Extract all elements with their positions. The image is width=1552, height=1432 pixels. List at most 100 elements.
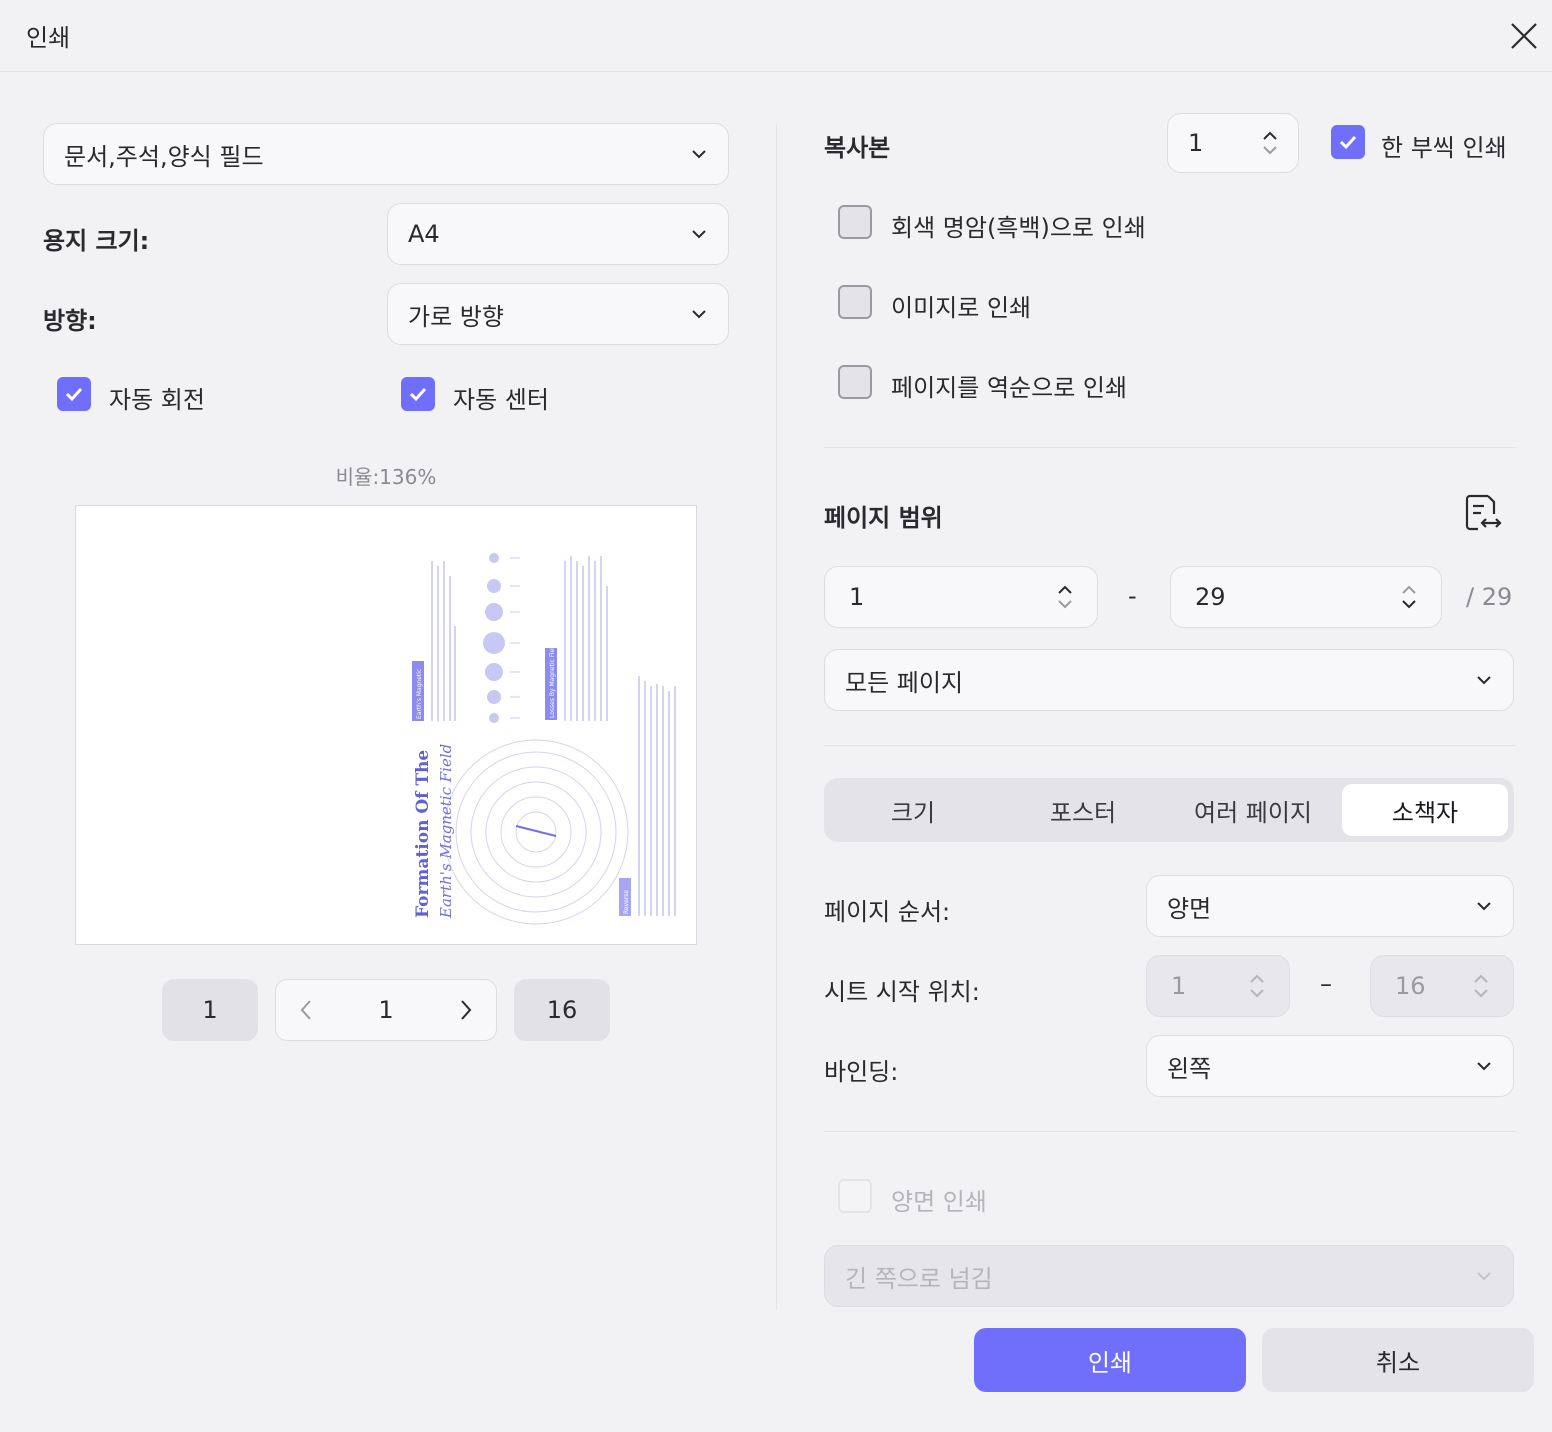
chevron-up-icon xyxy=(1474,974,1488,983)
tab-multiple-pages[interactable]: 여러 페이지 xyxy=(1170,784,1336,836)
grayscale-label: 회색 명암(흑백)으로 인쇄 xyxy=(891,214,1146,242)
sheet-start-label: 시트 시작 위치: xyxy=(824,978,980,1006)
binding-select[interactable]: 왼쪽 xyxy=(1146,1035,1514,1097)
collate-checkbox[interactable] xyxy=(1331,125,1365,159)
chevron-down-icon xyxy=(1474,989,1488,998)
copies-value: 1 xyxy=(1188,129,1204,157)
flip-select: 긴 쪽으로 넘김 xyxy=(824,1245,1514,1307)
tab-poster[interactable]: 포스터 xyxy=(1000,784,1166,836)
reverse-order-checkbox[interactable] xyxy=(838,365,872,399)
orientation-label: 방향: xyxy=(43,307,97,335)
stepper-arrows[interactable] xyxy=(1262,131,1278,155)
chevron-right-icon[interactable] xyxy=(458,998,474,1022)
section-divider xyxy=(824,745,1516,746)
last-page-button[interactable]: 16 xyxy=(514,979,610,1041)
page-navigator: 1 xyxy=(275,979,497,1041)
sheet-from-stepper: 1 xyxy=(1146,955,1290,1017)
tab-size[interactable]: 크기 xyxy=(830,784,996,836)
page-subset-value: 모든 페이지 xyxy=(845,668,964,697)
range-to-stepper[interactable]: 29 xyxy=(1170,566,1442,628)
reverse-order-label: 페이지를 역순으로 인쇄 xyxy=(891,374,1128,402)
check-icon xyxy=(1339,135,1357,150)
binding-value: 왼쪽 xyxy=(1167,1054,1212,1083)
chevron-down-icon xyxy=(1477,902,1491,911)
chevron-up-icon[interactable] xyxy=(1262,131,1278,141)
range-from-value: 1 xyxy=(849,583,865,611)
copies-label: 복사본 xyxy=(824,134,891,162)
collate-label: 한 부씩 인쇄 xyxy=(1381,134,1507,162)
check-icon xyxy=(409,387,427,402)
duplex-label: 양면 인쇄 xyxy=(891,1188,987,1216)
auto-rotate-label: 자동 회전 xyxy=(109,386,205,414)
range-total: / 29 xyxy=(1466,583,1513,611)
page-preview: Formation Of The Earth's Magnetic Field … xyxy=(75,505,697,945)
preview-illustration: Formation Of The Earth's Magnetic Field … xyxy=(412,553,676,925)
duplex-checkbox xyxy=(838,1179,872,1213)
chevron-down-icon[interactable] xyxy=(1262,145,1278,155)
print-as-image-checkbox[interactable] xyxy=(838,285,872,319)
tab-booklet[interactable]: 소책자 xyxy=(1342,784,1508,836)
chevron-down-icon xyxy=(1477,1062,1491,1071)
stepper-arrows[interactable] xyxy=(1401,585,1417,609)
stepper-arrows[interactable] xyxy=(1057,585,1073,609)
print-button[interactable]: 인쇄 xyxy=(974,1328,1246,1392)
chevron-down-icon xyxy=(692,310,706,319)
page-order-label: 페이지 순서: xyxy=(824,898,951,926)
cancel-button[interactable]: 취소 xyxy=(1262,1328,1534,1392)
scale-text: 비율:136% xyxy=(335,465,437,489)
auto-rotate-checkbox[interactable] xyxy=(57,377,91,411)
orientation-select[interactable]: 가로 방향 xyxy=(387,283,729,345)
page-range-title: 페이지 범위 xyxy=(824,504,943,532)
content-select-value: 문서,주석,양식 필드 xyxy=(64,142,264,171)
page-order-select[interactable]: 양면 xyxy=(1146,875,1514,937)
preview-tag-2: Losses By Magnetic Field xyxy=(549,643,556,718)
chevron-up-icon[interactable] xyxy=(1401,585,1417,595)
page-order-value: 양면 xyxy=(1167,894,1212,923)
stepper-arrows xyxy=(1473,974,1489,998)
auto-center-label: 자동 센터 xyxy=(453,386,549,414)
auto-center-checkbox[interactable] xyxy=(401,377,435,411)
sheet-dash: – xyxy=(1320,970,1332,998)
orientation-value: 가로 방향 xyxy=(408,302,504,331)
section-divider xyxy=(824,447,1516,448)
chevron-down-icon xyxy=(1477,676,1491,685)
print-as-image-label: 이미지로 인쇄 xyxy=(891,294,1032,322)
preview-title-1: Formation Of The xyxy=(413,750,433,918)
binding-label: 바인딩: xyxy=(824,1058,899,1086)
chevron-left-icon[interactable] xyxy=(298,998,314,1022)
page-swap-icon[interactable] xyxy=(1462,492,1504,534)
sheet-to-value: 16 xyxy=(1395,972,1426,1000)
copies-stepper[interactable]: 1 xyxy=(1167,113,1299,173)
sheet-from-value: 1 xyxy=(1171,972,1187,1000)
close-icon[interactable] xyxy=(1504,16,1544,56)
first-page-button[interactable]: 1 xyxy=(162,979,258,1041)
content-select[interactable]: 문서,주석,양식 필드 xyxy=(43,123,729,185)
chevron-down-icon[interactable] xyxy=(1057,599,1073,609)
page-subset-select[interactable]: 모든 페이지 xyxy=(824,649,1514,711)
chevron-down-icon[interactable] xyxy=(1401,599,1417,609)
chevron-down-icon xyxy=(692,150,706,159)
current-page[interactable]: 1 xyxy=(378,996,393,1024)
dialog-title: 인쇄 xyxy=(26,24,71,52)
chevron-up-icon xyxy=(1250,974,1264,983)
preview-title-2: Earth's Magnetic Field xyxy=(437,744,455,919)
chevron-down-icon xyxy=(692,230,706,239)
layout-tabs: 크기 포스터 여러 페이지 소책자 xyxy=(824,778,1514,842)
sheet-to-stepper: 16 xyxy=(1370,955,1514,1017)
range-dash: - xyxy=(1128,582,1137,610)
chevron-down-icon xyxy=(1250,989,1264,998)
range-to-value: 29 xyxy=(1195,583,1226,611)
range-from-stepper[interactable]: 1 xyxy=(824,566,1098,628)
check-icon xyxy=(65,387,83,402)
column-divider xyxy=(776,124,777,1310)
chevron-up-icon[interactable] xyxy=(1057,585,1073,595)
paper-size-value: A4 xyxy=(408,220,440,248)
preview-tag-1: Earth's Magnetic xyxy=(416,669,423,719)
chevron-down-icon xyxy=(1477,1272,1491,1281)
paper-size-label: 용지 크기: xyxy=(43,227,150,255)
flip-value: 긴 쪽으로 넘김 xyxy=(845,1264,993,1293)
title-bar xyxy=(0,0,1552,72)
grayscale-checkbox[interactable] xyxy=(838,205,872,239)
stepper-arrows xyxy=(1249,974,1265,998)
paper-size-select[interactable]: A4 xyxy=(387,203,729,265)
